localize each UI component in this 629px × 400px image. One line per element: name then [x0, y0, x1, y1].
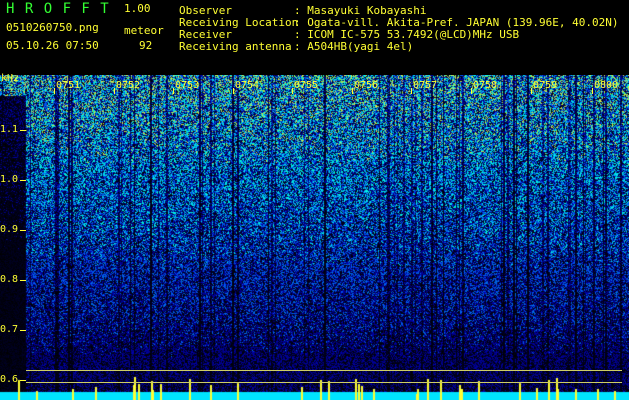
freq-label: 0.9	[0, 224, 19, 235]
time-tick	[233, 88, 234, 94]
freq-tick	[20, 180, 26, 181]
meteor-count: 92	[139, 39, 153, 52]
time-tick	[292, 88, 293, 94]
time-tick	[471, 88, 472, 94]
info-label-observer: Observer	[179, 4, 232, 17]
freq-tick	[20, 130, 26, 131]
freq-tick	[20, 230, 26, 231]
app-version: 1.00	[124, 2, 151, 15]
info-value-location: : Ogata-vill. Akita-Pref. JAPAN (139.96E…	[294, 16, 619, 29]
info-label-antenna: Receiving antenna	[179, 40, 292, 53]
time-tick	[411, 88, 412, 94]
freq-tick	[20, 280, 26, 281]
time-label: 0756	[354, 80, 379, 91]
freq-label: 1.0	[0, 174, 19, 185]
time-label: 0751	[56, 80, 81, 91]
file-name: 0510260750.png	[6, 21, 99, 34]
time-tick	[592, 88, 593, 94]
time-label: 0757	[413, 80, 438, 91]
freq-label: 0.8	[0, 274, 19, 285]
date-time: 05.10.26 07:50	[6, 39, 99, 52]
time-label: 0758	[473, 80, 498, 91]
spectrogram-canvas	[0, 75, 629, 400]
info-value-receiver: : ICOM IC-575 53.7492(@LCD)MHz USB	[294, 28, 520, 41]
time-label: 0755	[294, 80, 319, 91]
reference-line-upper	[26, 370, 622, 371]
time-label: 0759	[533, 80, 558, 91]
reference-line-lower	[26, 382, 622, 383]
app-title: H R O F F T	[6, 1, 110, 17]
time-label: 0800	[594, 80, 619, 91]
mode-label: meteor	[124, 24, 164, 37]
time-tick	[173, 88, 174, 94]
freq-label: 0.6	[0, 374, 19, 385]
freq-label: 1.1	[0, 124, 19, 135]
time-label: 0753	[175, 80, 200, 91]
freq-tick	[20, 330, 26, 331]
info-value-antenna: : A504HB(yagi 4el)	[294, 40, 414, 53]
info-label-receiver: Receiver	[179, 28, 232, 41]
header-panel: H R O F F T 1.00 0510260750.png meteor 0…	[0, 0, 629, 75]
freq-tick	[20, 380, 26, 381]
freq-label: 0.7	[0, 324, 19, 335]
time-tick	[531, 88, 532, 94]
time-label: 0752	[116, 80, 141, 91]
time-tick	[114, 88, 115, 94]
info-label-location: Receiving Location	[179, 16, 299, 29]
time-tick	[352, 88, 353, 94]
time-tick	[54, 88, 55, 94]
info-value-observer: : Masayuki Kobayashi	[294, 4, 427, 17]
time-label: 0754	[235, 80, 260, 91]
unit-label: kHz	[1, 73, 20, 84]
